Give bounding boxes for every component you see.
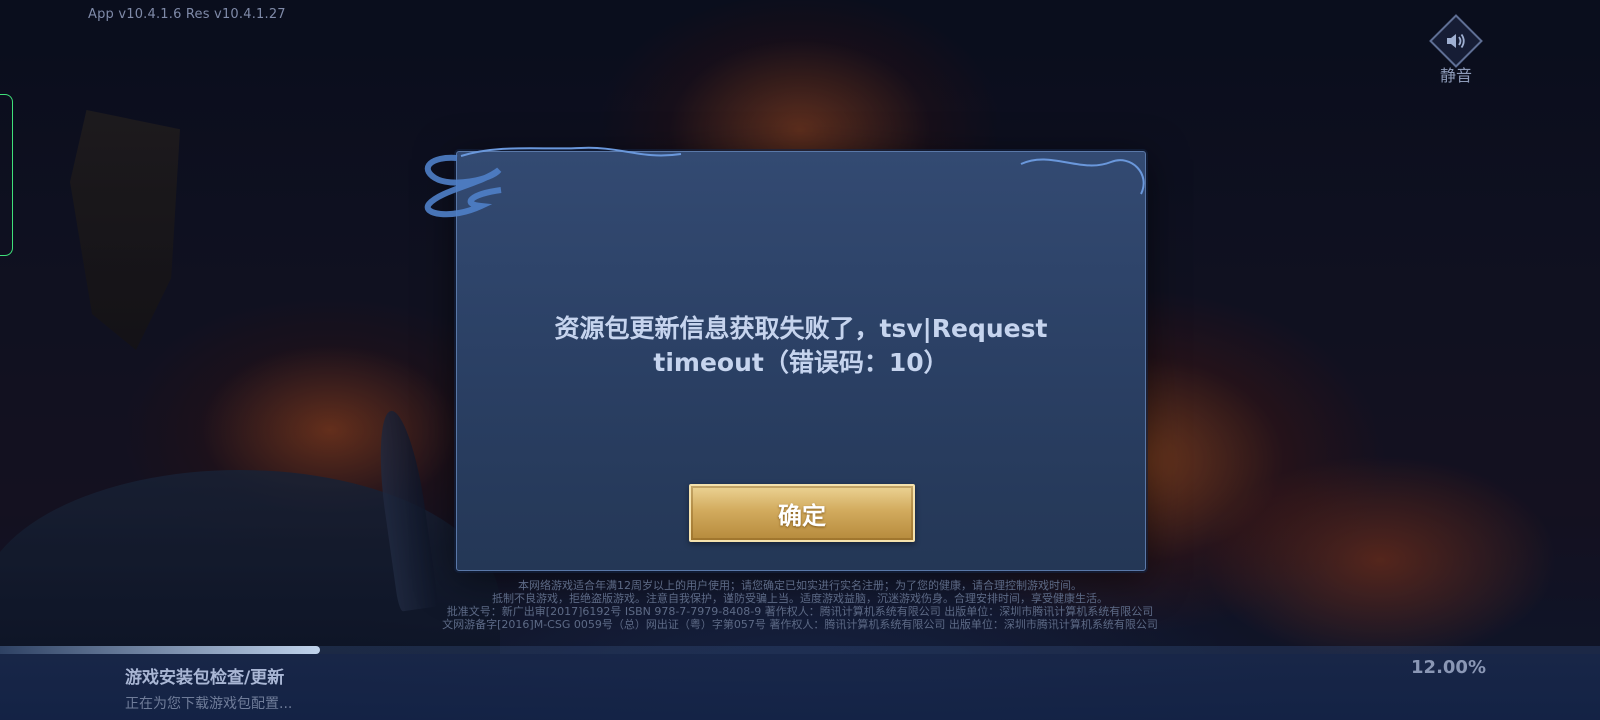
legal-line: 抵制不良游戏，拒绝盗版游戏。注意自我保护，谨防受骗上当。适度游戏益脑，沉迷游戏伤… (492, 592, 1108, 605)
error-dialog: 资源包更新信息获取失败了，tsv|Request timeout（错误码：10）… (424, 146, 1146, 571)
progress-percent: 12.00% (1411, 657, 1486, 678)
legal-line: 本网络游戏适合年满12周岁以上的用户使用；请您确定已如实进行实名注册；为了您的健… (518, 579, 1082, 592)
progress-fill (0, 646, 320, 654)
side-edge-handle (0, 94, 13, 256)
error-message: 资源包更新信息获取失败了，tsv|Request timeout（错误码：10） (517, 312, 1085, 380)
mute-button[interactable]: 静音 (1428, 14, 1484, 86)
confirm-button[interactable]: 确定 (689, 484, 915, 542)
legal-line: 文网游备字[2016]M-CSG 0059号（总）网出证（粤）字第057号 著作… (442, 618, 1158, 631)
error-message-line1: 资源包更新信息获取失败了，tsv|Request (554, 314, 1048, 343)
error-message-line2: timeout（错误码：10） (653, 348, 949, 377)
status-title: 游戏安装包检查/更新 (125, 668, 285, 688)
speaker-icon (1447, 33, 1465, 49)
status-subtitle: 正在为您下载游戏包配置... (125, 696, 293, 712)
progress-bar (0, 646, 1600, 654)
legal-notice: 本网络游戏适合年满12周岁以上的用户使用；请您确定已如实进行实名注册；为了您的健… (380, 579, 1220, 631)
legal-line: 批准文号：新广出审[2017]6192号 ISBN 978-7-7979-840… (446, 605, 1154, 618)
dialog-wave-ornament (424, 146, 1145, 218)
mute-button-frame (1429, 14, 1483, 68)
version-info: App v10.4.1.6 Res v10.4.1.27 (88, 7, 286, 22)
